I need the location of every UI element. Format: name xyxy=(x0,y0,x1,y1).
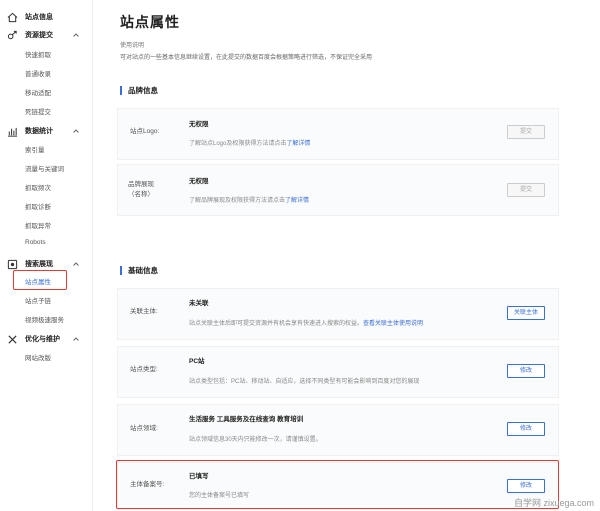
sidebar-item-crawl-errors[interactable]: 抓取异常 xyxy=(25,220,51,230)
chevron-up-icon[interactable] xyxy=(72,335,80,343)
chevron-up-icon[interactable] xyxy=(72,260,80,268)
sidebar-group-label: 资源提交 xyxy=(25,32,53,39)
sidebar-item-dead-link[interactable]: 死链提交 xyxy=(25,106,51,116)
sidebar-group-site-info[interactable]: 站点信息 xyxy=(0,9,92,27)
site-domain-row xyxy=(117,404,559,456)
sidebar-group-label: 站点信息 xyxy=(25,14,53,21)
section-title-basic: 基础信息 xyxy=(120,266,158,275)
site-type-row xyxy=(117,346,559,398)
sidebar: 站点信息 资源提交 快速抓取 普通收录 移动适配 死链提交 数据统计 索引量 流… xyxy=(0,0,93,511)
entity-guide-link[interactable]: 查看关联主体使用说明 xyxy=(363,321,423,327)
sidebar-item-mobile-adapt[interactable]: 移动适配 xyxy=(25,87,51,97)
chevron-up-icon[interactable] xyxy=(72,127,80,135)
link-icon xyxy=(7,30,17,40)
row-description-text: 了解站点Logo及权限获得方法请点击 xyxy=(189,141,287,147)
sidebar-group-label: 优化与维护 xyxy=(25,336,60,343)
sidebar-item-crawl-frequency[interactable]: 抓取频次 xyxy=(25,182,51,192)
main-content: 站点属性 使用说明 可对站点的一些基本信息继续设置，在此提交的数据百度会根据策略… xyxy=(93,0,600,511)
row-label: 站点领域: xyxy=(130,425,158,432)
submit-brand-name-button[interactable]: 提交 xyxy=(507,183,545,197)
sidebar-item-traffic-keywords[interactable]: 流量与关键词 xyxy=(25,163,64,173)
edit-site-type-button[interactable]: 修改 xyxy=(507,364,545,378)
row-value: 生活服务 工具服务及在线查询 教育培训 xyxy=(189,416,304,423)
sidebar-item-site-revision[interactable]: 网站改版 xyxy=(25,352,51,362)
sidebar-item-normal-index[interactable]: 普通收录 xyxy=(25,68,51,78)
row-label-line2: （名称） xyxy=(128,191,154,198)
link-entity-button[interactable]: 关联主体 xyxy=(507,306,545,320)
sidebar-group-label: 搜索展现 xyxy=(25,261,53,268)
row-description: 了解站点Logo及权限获得方法请点击了解详情 xyxy=(189,138,310,147)
row-label: 站点Logo: xyxy=(130,128,160,135)
row-description: 站点关联主体后即可提交资源并有机会享有快速进入搜索的权益。查看关联主体使用说明 xyxy=(189,318,423,327)
page-title: 站点属性 xyxy=(120,14,180,30)
sidebar-item-index-count[interactable]: 索引量 xyxy=(25,144,45,154)
row-label-line1: 品牌展现 xyxy=(128,181,154,188)
sidebar-item-site-sublinks[interactable]: 站点子链 xyxy=(25,295,51,305)
tools-icon xyxy=(8,335,17,344)
chart-icon xyxy=(7,127,18,137)
usage-title: 使用说明 xyxy=(120,43,145,49)
row-value: 无权限 xyxy=(189,121,209,128)
row-description: 站点类型包括：PC站、移动站、自适应，选择不同类型有可能会影响到百度对您的展现 xyxy=(189,379,420,385)
learn-more-link[interactable]: 了解详情 xyxy=(285,198,309,204)
usage-text: 可对站点的一些基本信息继续设置，在此提交的数据百度会根据策略进行筛选，不保证完全… xyxy=(120,55,373,61)
related-entity-row xyxy=(117,288,559,340)
row-value: 未关联 xyxy=(189,300,209,307)
sidebar-group-resource-submit[interactable]: 资源提交 xyxy=(0,27,92,45)
chevron-up-icon[interactable] xyxy=(72,31,80,39)
row-description: 站点领域信息30天内只能修改一次，请谨慎设置。 xyxy=(189,437,322,443)
sidebar-group-label: 数据统计 xyxy=(25,128,53,135)
row-description-text: 站点关联主体后即可提交资源并有机会享有快速进入搜索的权益。 xyxy=(189,321,364,327)
learn-more-link[interactable]: 了解详情 xyxy=(286,141,310,147)
section-title-brand: 品牌信息 xyxy=(120,86,158,95)
row-label: 品牌展现 （名称） xyxy=(128,180,154,200)
brand-name-row xyxy=(117,164,559,216)
sidebar-item-quick-crawl[interactable]: 快速抓取 xyxy=(25,49,51,59)
row-description-text: 了解品牌展现及权限获得方法请点击 xyxy=(189,198,286,204)
highlight-box-icp-record xyxy=(116,460,559,509)
row-value: 无权限 xyxy=(189,178,209,185)
sidebar-item-crawl-diagnosis[interactable]: 抓取诊断 xyxy=(25,201,51,211)
home-icon xyxy=(7,12,18,23)
row-label: 站点类型: xyxy=(130,366,158,373)
submit-logo-button[interactable]: 提交 xyxy=(507,125,545,139)
sidebar-item-robots[interactable]: Robots xyxy=(25,239,46,246)
brand-logo-row xyxy=(117,108,559,160)
sidebar-group-optimize-maintain[interactable]: 优化与维护 xyxy=(0,331,92,349)
edit-site-domain-button[interactable]: 修改 xyxy=(507,422,545,436)
row-value: PC站 xyxy=(189,358,205,365)
search-display-icon xyxy=(7,259,18,270)
sidebar-item-site-attributes[interactable]: 站点属性 xyxy=(25,276,51,286)
watermark: 自学网 zixuega.com xyxy=(513,498,594,508)
row-label: 关联主体: xyxy=(130,308,158,315)
sidebar-group-data-stats[interactable]: 数据统计 xyxy=(0,123,92,141)
sidebar-item-video-service[interactable]: 视频极速服务 xyxy=(25,314,64,324)
row-description: 了解品牌展现及权限获得方法请点击了解详情 xyxy=(189,195,309,204)
